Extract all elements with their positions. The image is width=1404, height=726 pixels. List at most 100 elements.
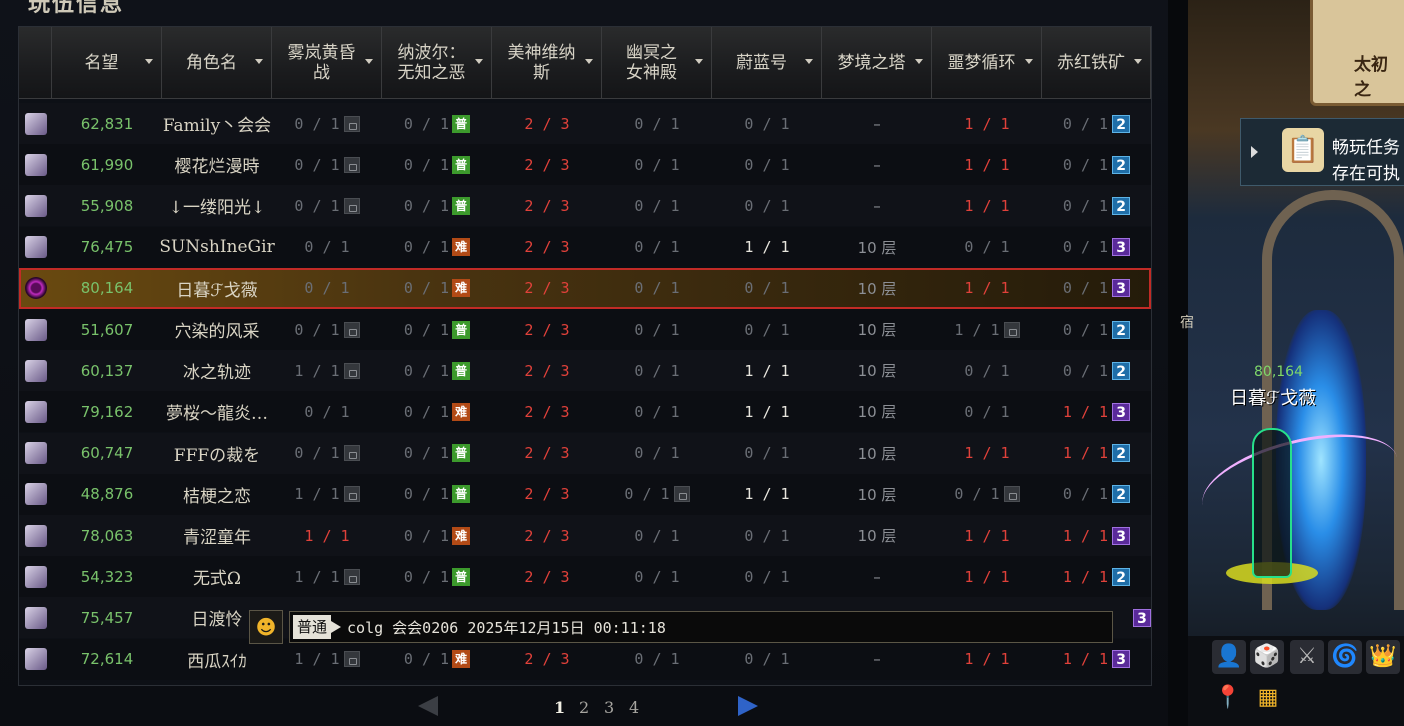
header-fame[interactable]: 名望 <box>52 27 162 99</box>
cell-c4: 0 / 1 <box>602 185 712 226</box>
header-c8[interactable]: 赤红铁矿 <box>1042 27 1151 99</box>
header-c7[interactable]: 噩梦循环 <box>932 27 1042 99</box>
crown-icon[interactable]: 👑 <box>1366 640 1400 674</box>
name-cell: Family丶会会 <box>162 103 272 144</box>
cell-c7: 0 / 1 <box>932 391 1042 432</box>
header-c1[interactable]: 雾岚黄昏 战 <box>272 27 382 99</box>
cell-c3: 2 / 3 <box>492 268 602 309</box>
sort-arrow-icon[interactable] <box>695 59 703 64</box>
dice-icon[interactable]: 🎲 <box>1250 640 1284 674</box>
spiral-icon[interactable]: 🌀 <box>1328 640 1362 674</box>
cell-c1: 0 / 1 <box>272 391 382 432</box>
c3-value: 2 / 3 <box>524 196 570 215</box>
location-pin-icon[interactable]: 📍 <box>1214 684 1242 712</box>
lock-icon <box>1003 321 1020 338</box>
cell-c4: 0 / 1 <box>602 350 712 391</box>
header-label: 纳波尔： 无知之恶 <box>397 42 466 83</box>
avatar <box>24 442 47 465</box>
avatar-cell <box>19 597 52 638</box>
character-name: 夢桜～龍炎… <box>166 404 268 425</box>
table-row[interactable]: 78,063 青涩童年 1 / 10 / 1难2 / 30 / 10 / 1 10 层… <box>19 515 1151 556</box>
page-4[interactable]: 4 <box>629 698 639 717</box>
header-label: 美神维纳 斯 <box>507 42 576 83</box>
sort-arrow-icon[interactable] <box>805 59 813 64</box>
cell-c3: 2 / 3 <box>492 474 602 515</box>
swords-icon[interactable]: ⚔ <box>1290 640 1324 674</box>
cell-c2: 0 / 1难 <box>382 515 492 556</box>
c3-value: 2 / 3 <box>524 444 570 463</box>
table-row[interactable]: 60,747 FFFの裁を 0 / 10 / 1普2 / 30 / 10 / 1 10… <box>19 432 1151 474</box>
table-row[interactable]: 48,876 桔梗之恋 1 / 10 / 1普2 / 30 / 11 / 1 10 层… <box>19 473 1151 515</box>
header-name[interactable]: 角色名 <box>162 27 272 99</box>
character-name: 日渡怜 <box>191 610 243 631</box>
cell-c1: 0 / 1 <box>272 144 382 185</box>
cell-c7: 1 / 1 <box>932 556 1042 597</box>
page-2[interactable]: 2 <box>579 698 589 717</box>
c5-value: 0 / 1 <box>744 567 790 586</box>
sort-arrow-icon[interactable] <box>475 59 483 64</box>
table-row[interactable]: 54,323 无式Ω 1 / 10 / 1普2 / 30 / 10 / 1–1 / … <box>19 556 1151 598</box>
level-badge: 2 <box>1112 361 1131 380</box>
table-row[interactable]: 76,475 SUNshIneGir 0 / 10 / 1难2 / 30 / 11 … <box>19 226 1151 268</box>
c1-value: 1 / 1 <box>294 485 340 504</box>
table-row[interactable]: 62,831 Family丶会会 0 / 10 / 1普2 / 30 / 10 / … <box>19 103 1151 144</box>
fame-value: 76,475 <box>80 238 134 257</box>
page-1[interactable]: 1 <box>554 698 565 717</box>
sort-arrow-icon[interactable] <box>915 59 923 64</box>
prev-page-arrow-icon[interactable] <box>418 696 438 716</box>
cell-c1: 1 / 1 <box>272 515 382 556</box>
c2-value: 0 / 1 <box>403 526 450 545</box>
expand-arrow-icon[interactable] <box>1251 146 1258 158</box>
pagination: 1 2 3 4 <box>0 688 1168 726</box>
skill-character-icon[interactable]: 👤 <box>1212 640 1246 674</box>
fame-cell: 48,876 <box>52 474 162 515</box>
sort-arrow-icon[interactable] <box>145 59 153 64</box>
table-row[interactable]: 80,164 日暮ℱ戈薇 0 / 10 / 1难2 / 30 / 10 / 1 10 … <box>19 267 1151 309</box>
table-row[interactable]: 55,908 ↓一缕阳光↓ 0 / 10 / 1普2 / 30 / 10 / 1–1… <box>19 185 1151 227</box>
sort-arrow-icon[interactable] <box>365 59 373 64</box>
sort-arrow-icon[interactable] <box>1025 59 1033 64</box>
map-icon[interactable]: ▦ <box>1254 684 1282 712</box>
name-cell: ↓一缕阳光↓ <box>162 185 272 226</box>
cell-c5: 0 / 1 <box>712 103 822 144</box>
header-c5[interactable]: 蔚蓝号 <box>712 27 822 99</box>
c2-value: 0 / 1 <box>403 567 450 586</box>
table-row[interactable]: 51,607 穴染的风采 0 / 10 / 1普2 / 30 / 10 / 1 10 … <box>19 309 1151 350</box>
lock-icon <box>343 486 360 503</box>
chat-emote-icon[interactable]: ☻ <box>249 610 283 644</box>
header-c4[interactable]: 幽冥之 女神殿 <box>602 27 712 99</box>
sort-arrow-icon[interactable] <box>1134 59 1142 64</box>
page-3[interactable]: 3 <box>604 698 614 717</box>
avatar <box>24 359 47 382</box>
sort-arrow-icon[interactable] <box>585 59 593 64</box>
player-character[interactable] <box>1252 428 1292 578</box>
character-name: 青涩童年 <box>183 528 251 548</box>
c2-value: 0 / 1 <box>403 320 450 339</box>
c3-value: 2 / 3 <box>524 114 570 133</box>
table-row[interactable]: 61,990 樱花烂漫時 0 / 10 / 1普2 / 30 / 10 / 1–1 … <box>19 144 1151 186</box>
level-badge: 2 <box>1112 567 1131 586</box>
next-page-arrow-icon[interactable] <box>738 696 758 716</box>
header-c2[interactable]: 纳波尔： 无知之恶 <box>382 27 492 99</box>
sort-arrow-icon[interactable] <box>255 59 263 64</box>
c1-value: 0 / 1 <box>304 402 350 421</box>
c8-value: 1 / 1 <box>1062 567 1109 586</box>
cell-c4: 0 / 1 <box>602 556 712 597</box>
cell-c8: 0 / 12 <box>1042 309 1151 350</box>
level-badge: 2 <box>1112 196 1131 215</box>
table-row[interactable]: 79,162 夢桜～龍炎… 0 / 10 / 1难2 / 30 / 11 / 1 10… <box>19 391 1151 433</box>
avatar <box>24 277 47 300</box>
fame-value: 78,063 <box>80 526 134 545</box>
table-row[interactable]: 72,614 西瓜ｽｲｶ 1 / 10 / 1难2 / 30 / 10 / 1–1 … <box>19 638 1151 680</box>
c1-value: 0 / 1 <box>304 279 350 298</box>
table-row[interactable]: 60,137 冰之轨迹 1 / 10 / 1普2 / 30 / 11 / 1 10 层… <box>19 350 1151 392</box>
cell-c4: 0 / 1 <box>602 515 712 556</box>
header-c6[interactable]: 梦境之塔 <box>822 27 932 99</box>
header-c3[interactable]: 美神维纳 斯 <box>492 27 602 99</box>
cell-c6: 10 层 <box>822 515 932 556</box>
c7-value: 1 / 1 <box>964 155 1010 174</box>
c7-value: 0 / 1 <box>964 361 1010 380</box>
difficulty-badge: 普 <box>452 155 471 174</box>
fame-cell: 60,137 <box>52 350 162 391</box>
c8-value: 1 / 1 <box>1062 402 1109 421</box>
